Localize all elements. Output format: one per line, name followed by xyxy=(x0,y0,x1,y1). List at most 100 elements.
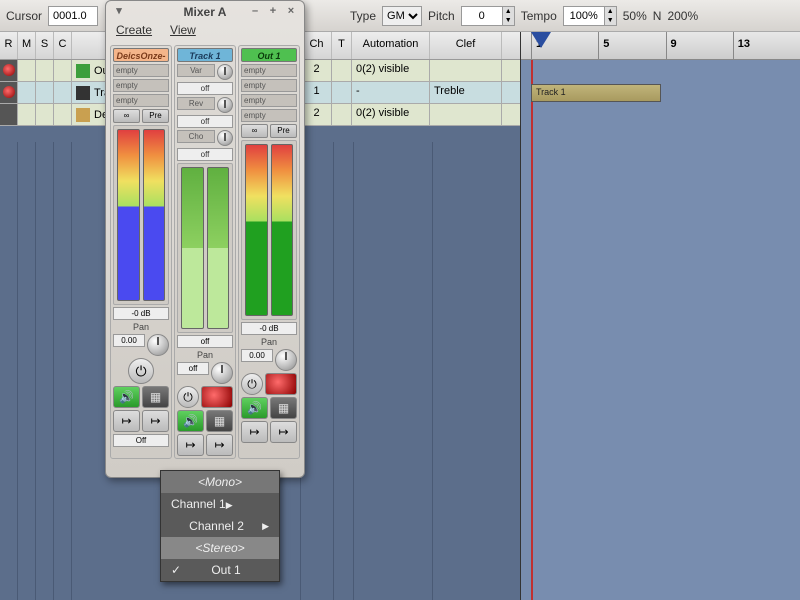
power-button[interactable]: ⏻ xyxy=(128,358,154,384)
timeline[interactable]: 1 5 9 13 Track 1 xyxy=(520,32,800,600)
power-button[interactable]: ⏻ xyxy=(177,386,199,408)
track-t[interactable] xyxy=(332,104,352,125)
fx-slot[interactable]: empty xyxy=(241,64,297,77)
hdr-r[interactable]: R xyxy=(0,32,18,59)
monitor-button[interactable]: 🔊 xyxy=(113,386,140,408)
mixer-strip-deicsonze[interactable]: DeicsOnze-0 empty empty empty ∞Pre -0 dB… xyxy=(110,45,172,459)
automation-button[interactable]: ▦ xyxy=(142,386,169,408)
db-label[interactable]: -0 dB xyxy=(113,307,169,320)
fx-off[interactable]: off xyxy=(177,115,233,128)
record-button[interactable] xyxy=(201,386,233,408)
fx-knob[interactable] xyxy=(217,64,233,80)
tempo-spinner[interactable]: ▲▼ xyxy=(563,6,617,26)
fx-slot[interactable]: empty xyxy=(241,94,297,107)
route-button[interactable]: ↦ xyxy=(177,434,204,456)
menu-view[interactable]: View xyxy=(170,23,196,43)
hdr-ch[interactable]: Ch xyxy=(302,32,332,59)
pan-knob[interactable] xyxy=(211,362,233,384)
hdr-clef[interactable]: Clef xyxy=(430,32,502,59)
zoom-200[interactable]: 200% xyxy=(667,9,698,23)
record-button[interactable] xyxy=(0,82,18,103)
mute-cell[interactable] xyxy=(18,60,36,81)
track-clef[interactable]: Treble xyxy=(430,82,502,103)
monitor-button[interactable]: 🔊 xyxy=(177,410,204,432)
mixer-titlebar[interactable]: ▾ Mixer A – + × xyxy=(106,1,304,23)
automation-button[interactable]: ▦ xyxy=(206,410,233,432)
hdr-m[interactable]: M xyxy=(18,32,36,59)
track-ch[interactable]: 2 xyxy=(302,60,332,81)
strip-header[interactable]: Track 1 xyxy=(177,48,233,62)
db-label[interactable]: -0 dB xyxy=(241,322,297,335)
maximize-icon[interactable]: + xyxy=(266,5,280,19)
track-auto[interactable]: - xyxy=(352,82,430,103)
hdr-c[interactable]: C xyxy=(54,32,72,59)
pan-knob[interactable] xyxy=(275,349,297,371)
record-button[interactable] xyxy=(0,60,18,81)
fx-knob[interactable] xyxy=(217,97,233,113)
link-button[interactable]: ∞ xyxy=(241,124,268,138)
close-icon[interactable]: × xyxy=(284,5,298,19)
fx-off[interactable]: off xyxy=(177,82,233,95)
pitch-input[interactable] xyxy=(462,7,502,25)
track-auto[interactable]: 0(2) visible xyxy=(352,60,430,81)
pan-value[interactable]: off xyxy=(177,362,209,375)
solo-cell[interactable] xyxy=(36,60,54,81)
hdr-s[interactable]: S xyxy=(36,32,54,59)
hdr-auto[interactable]: Automation xyxy=(352,32,430,59)
track-t[interactable] xyxy=(332,60,352,81)
type-select[interactable]: GM xyxy=(382,6,422,26)
track-ch[interactable]: 2 xyxy=(302,104,332,125)
solo-cell[interactable] xyxy=(36,82,54,103)
fx-slot[interactable]: empty xyxy=(241,109,297,122)
tempo-up-icon[interactable]: ▲ xyxy=(604,7,616,16)
c-cell[interactable] xyxy=(54,60,72,81)
fx-slot[interactable]: empty xyxy=(113,79,169,92)
rec-empty[interactable] xyxy=(0,104,18,125)
mute-cell[interactable] xyxy=(18,104,36,125)
pan-knob[interactable] xyxy=(147,334,169,356)
tempo-down-icon[interactable]: ▼ xyxy=(604,16,616,25)
window-menu-icon[interactable]: ▾ xyxy=(112,5,126,19)
fx-knob[interactable] xyxy=(217,130,233,146)
zoom-50[interactable]: 50% xyxy=(623,9,647,23)
track-ch[interactable]: 1 xyxy=(302,82,332,103)
playhead-icon[interactable] xyxy=(531,32,551,48)
mixer-window[interactable]: ▾ Mixer A – + × Create View DeicsOnze-0 … xyxy=(105,0,305,478)
zoom-n[interactable]: N xyxy=(653,9,662,23)
tempo-input[interactable] xyxy=(564,7,604,25)
pitch-spinner[interactable]: ▲▼ xyxy=(461,6,515,26)
pre-button[interactable]: Pre xyxy=(270,124,297,138)
solo-cell[interactable] xyxy=(36,104,54,125)
mute-cell[interactable] xyxy=(18,82,36,103)
power-button[interactable]: ⏻ xyxy=(241,373,263,395)
track-auto[interactable]: 0(2) visible xyxy=(352,104,430,125)
mixer-strip-track1[interactable]: Track 1 Var off Rev off Cho off off Pan … xyxy=(174,45,236,459)
route-button[interactable]: ↦ xyxy=(113,410,140,432)
hdr-t[interactable]: T xyxy=(332,32,352,59)
automation-button[interactable]: ▦ xyxy=(270,397,297,419)
route-out-button[interactable]: ↦ xyxy=(142,410,169,432)
db-label[interactable]: off xyxy=(177,335,233,348)
strip-header[interactable]: Out 1 xyxy=(241,48,297,62)
menu-out1[interactable]: ✓Out 1 xyxy=(161,559,279,581)
minimize-icon[interactable]: – xyxy=(248,5,262,19)
route-button[interactable]: ↦ xyxy=(241,421,268,443)
meter[interactable] xyxy=(241,140,297,320)
meter[interactable] xyxy=(177,163,233,333)
c-cell[interactable] xyxy=(54,104,72,125)
track-t[interactable] xyxy=(332,82,352,103)
fx-slot[interactable]: empty xyxy=(113,64,169,77)
pre-button[interactable]: Pre xyxy=(142,109,169,123)
mixer-strip-out1[interactable]: Out 1 empty empty empty empty ∞Pre -0 dB… xyxy=(238,45,300,459)
route-out-button[interactable]: ↦ xyxy=(270,421,297,443)
pitch-down-icon[interactable]: ▼ xyxy=(502,16,514,25)
route-out-button[interactable]: ↦ xyxy=(206,434,233,456)
pan-value[interactable]: 0.00 xyxy=(241,349,273,362)
pitch-up-icon[interactable]: ▲ xyxy=(502,7,514,16)
strip-bottom[interactable]: Off xyxy=(113,434,169,447)
record-button[interactable] xyxy=(265,373,297,395)
c-cell[interactable] xyxy=(54,82,72,103)
menu-channel-1[interactable]: Channel 1▶ xyxy=(161,493,279,515)
fx-slot[interactable]: empty xyxy=(241,79,297,92)
track-clef[interactable] xyxy=(430,104,502,125)
